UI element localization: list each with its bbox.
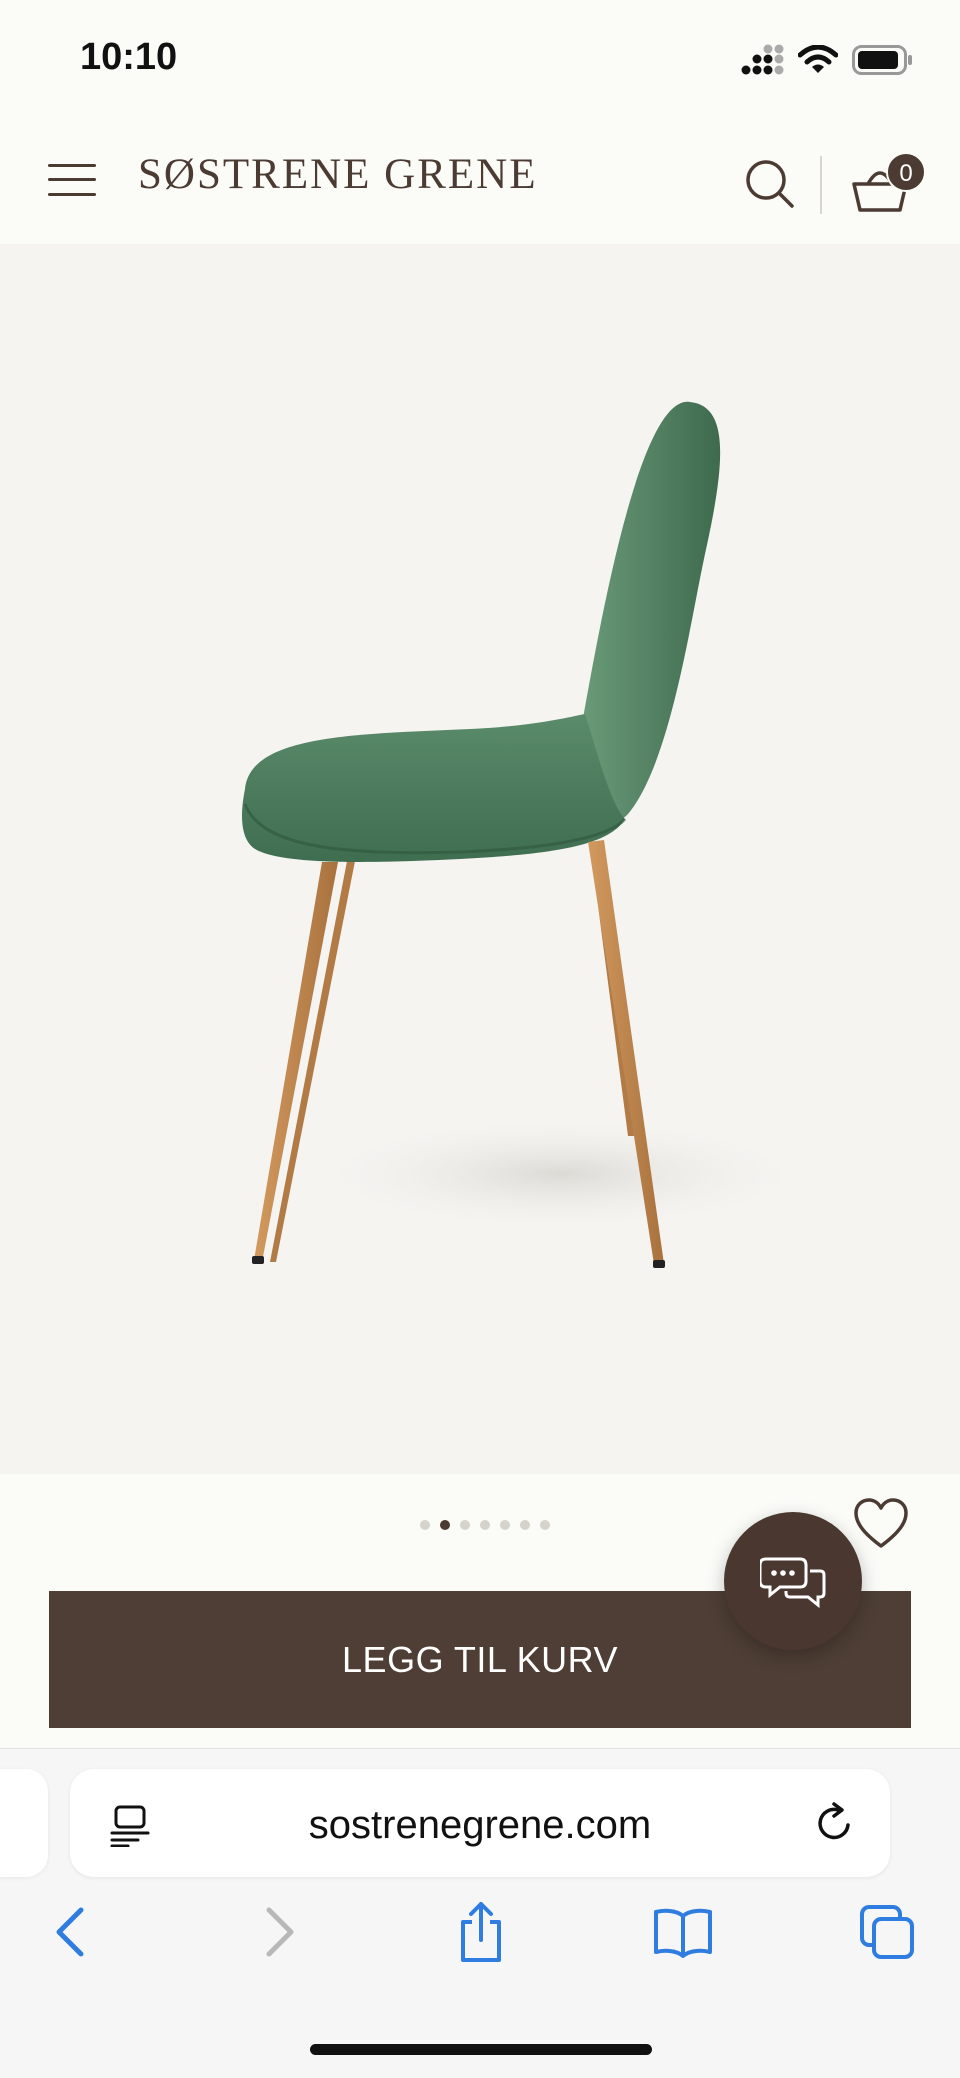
address-bar[interactable]: sostrenegrene.com xyxy=(70,1769,890,1877)
cart-count-badge: 0 xyxy=(886,152,926,192)
menu-line xyxy=(48,164,96,167)
signal-icon xyxy=(741,44,784,75)
browser-toolbar xyxy=(0,1897,960,1987)
carousel-dot[interactable] xyxy=(460,1520,470,1530)
chat-button[interactable] xyxy=(724,1512,862,1650)
screen: 10:10 SØSTRENE GRENE 0 LEGG TIL KURV sos… xyxy=(0,0,960,2078)
cart-button[interactable]: 0 xyxy=(850,150,930,220)
menu-line xyxy=(48,193,96,196)
home-indicator[interactable] xyxy=(310,2044,652,2055)
status-bar: 10:10 xyxy=(0,0,960,120)
chat-bubbles-icon xyxy=(760,1557,826,1609)
battery-icon xyxy=(852,45,912,75)
carousel-dot[interactable] xyxy=(540,1520,550,1530)
menu-line xyxy=(48,178,96,181)
carousel-dot[interactable] xyxy=(520,1520,530,1530)
forward-icon[interactable] xyxy=(244,1897,314,1967)
carousel-dots[interactable] xyxy=(420,1520,550,1530)
carousel-dot-active[interactable] xyxy=(440,1520,450,1530)
share-icon[interactable] xyxy=(446,1897,516,1967)
site-header: SØSTRENE GRENE 0 xyxy=(0,120,960,244)
status-time: 10:10 xyxy=(80,36,178,78)
green-velvet-dining-chair-image xyxy=(242,401,820,1268)
heart-icon[interactable] xyxy=(852,1496,910,1552)
url-text[interactable]: sostrenegrene.com xyxy=(70,1803,890,1848)
carousel-dot[interactable] xyxy=(480,1520,490,1530)
carousel-dot[interactable] xyxy=(500,1520,510,1530)
site-logo[interactable]: SØSTRENE GRENE xyxy=(138,150,537,199)
tabs-icon[interactable] xyxy=(852,1897,922,1967)
browser-bar: sostrenegrene.com xyxy=(0,1748,960,2078)
status-icons xyxy=(740,44,914,76)
back-icon[interactable] xyxy=(36,1897,106,1967)
bookmarks-icon[interactable] xyxy=(648,1897,718,1967)
header-divider xyxy=(820,156,822,214)
reload-icon[interactable] xyxy=(812,1801,856,1845)
wifi-icon xyxy=(798,45,838,73)
hamburger-menu-icon[interactable] xyxy=(46,160,100,200)
product-image[interactable] xyxy=(0,244,960,1474)
carousel-dot[interactable] xyxy=(420,1520,430,1530)
search-icon[interactable] xyxy=(742,156,798,212)
previous-tab-edge[interactable] xyxy=(0,1769,48,1877)
